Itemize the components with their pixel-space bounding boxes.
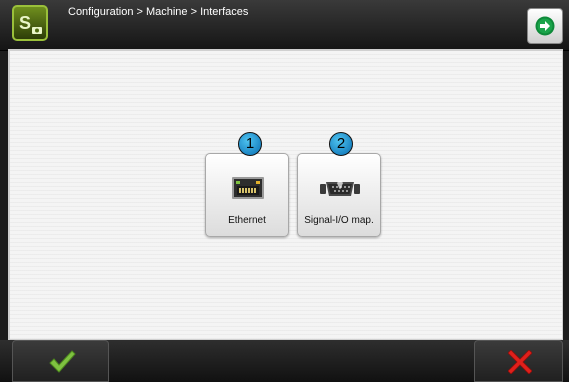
screen: S Configuration > Machine > Interfaces E… xyxy=(0,0,569,382)
tile-label: Ethernet xyxy=(228,215,266,226)
ethernet-tile[interactable]: Ethernet xyxy=(205,153,289,237)
signal-io-connector-icon xyxy=(320,181,360,196)
cross-icon xyxy=(508,350,532,374)
ok-button[interactable] xyxy=(12,340,109,382)
content-area: Ethernet Signal-I/O map. 1 2 xyxy=(10,51,562,339)
signal-io-map-tile[interactable]: Signal-I/O map. xyxy=(297,153,381,237)
svg-text:S: S xyxy=(19,13,31,33)
checkmark-icon xyxy=(49,350,76,373)
next-button[interactable] xyxy=(527,8,563,44)
arrow-right-icon xyxy=(535,16,555,36)
badge-number: 1 xyxy=(238,132,262,156)
app-logo-icon[interactable]: S xyxy=(12,5,48,41)
cancel-button[interactable] xyxy=(474,340,563,382)
breadcrumb: Configuration > Machine > Interfaces xyxy=(68,6,249,18)
header-bar: S Configuration > Machine > Interfaces xyxy=(0,0,569,51)
ethernet-port-icon xyxy=(232,177,264,199)
badge-number: 2 xyxy=(329,132,353,156)
tile-label: Signal-I/O map. xyxy=(304,215,374,226)
